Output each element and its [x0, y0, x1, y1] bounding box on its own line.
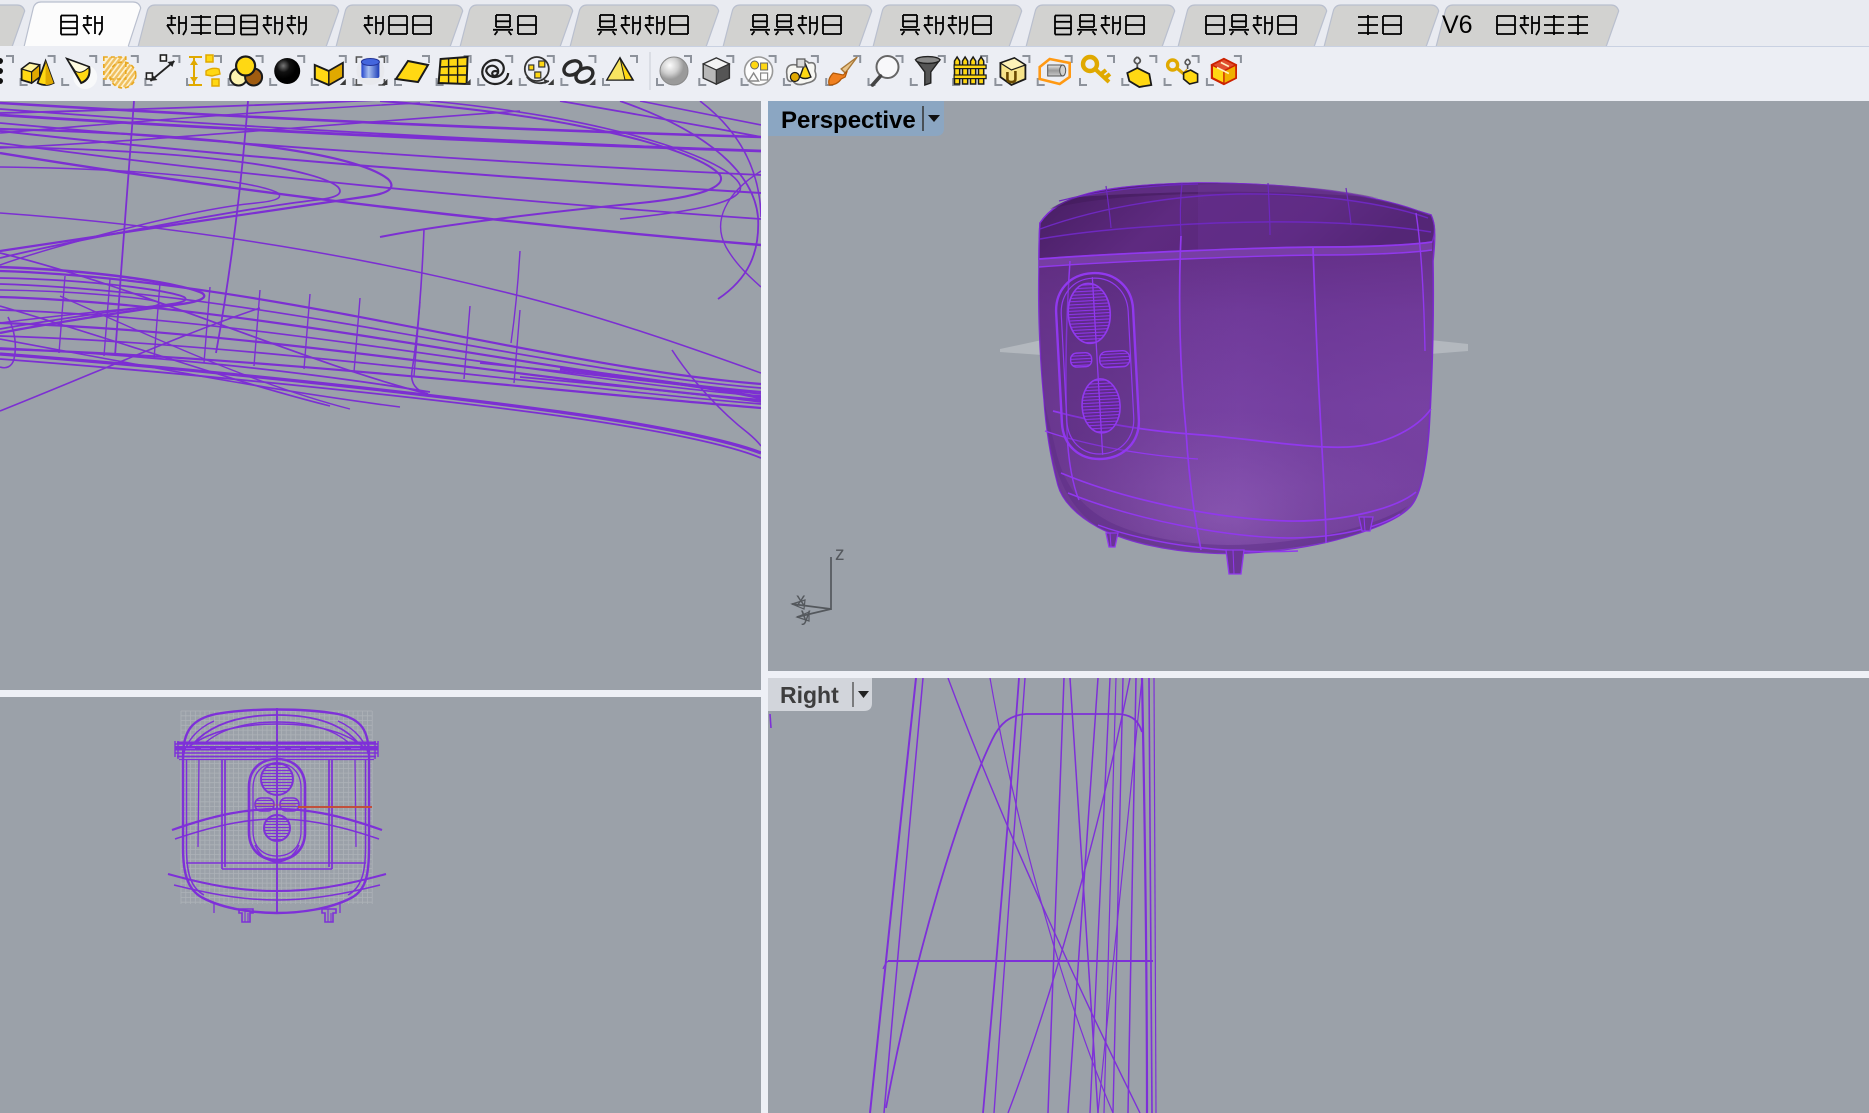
- svg-text:z: z: [835, 544, 845, 565]
- svg-text:y: y: [801, 605, 811, 626]
- svg-text:V6: V6: [1442, 11, 1473, 39]
- svg-text:Right: Right: [780, 682, 839, 708]
- svg-text:Perspective: Perspective: [781, 107, 916, 134]
